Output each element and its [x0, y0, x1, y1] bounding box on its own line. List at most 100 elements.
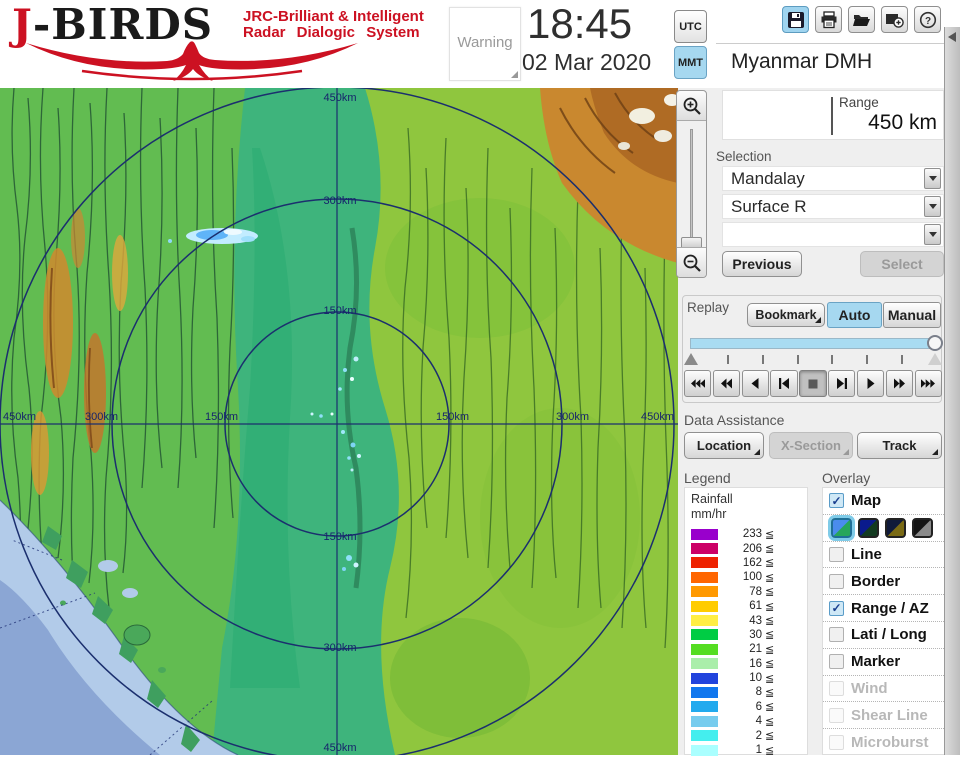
printer-icon: [821, 10, 836, 28]
ring-label: 150km: [323, 531, 356, 543]
step-backward-button[interactable]: [770, 370, 798, 397]
product-dropdown[interactable]: Surface R: [722, 194, 944, 219]
radar-map[interactable]: 450km 300km 150km 150km 300km 450km 450k…: [0, 86, 680, 760]
rewind-2x-button[interactable]: [712, 370, 741, 397]
print-button[interactable]: [815, 6, 842, 33]
overlay-item-label: Range / AZ: [851, 599, 929, 617]
mmt-button[interactable]: MMT: [674, 46, 707, 79]
range-box: Range 450 km: [722, 90, 944, 140]
play-backward-button[interactable]: [741, 370, 769, 397]
ring-label: 150km: [436, 411, 469, 423]
overlay-item-label: Border: [851, 572, 901, 590]
checkbox-icon[interactable]: [829, 573, 844, 589]
slider-tick: [866, 355, 868, 364]
divider: [716, 43, 944, 44]
checkbox-icon[interactable]: [829, 654, 844, 670]
legend-value: 61: [749, 600, 762, 613]
overlay-item-shear-line: Shear Line: [823, 702, 944, 730]
overlay-item-marker[interactable]: Marker: [823, 649, 944, 676]
legend-value: 10: [749, 672, 762, 685]
checkbox-icon[interactable]: [829, 627, 844, 643]
legend-value: 2: [755, 729, 762, 742]
legend-color-swatch: [691, 643, 718, 655]
play-forward-icon: [867, 378, 875, 389]
manual-button[interactable]: Manual: [883, 302, 941, 328]
step-forward-button[interactable]: [828, 370, 856, 397]
auto-button[interactable]: Auto: [827, 302, 882, 328]
x-section-button[interactable]: X-Section: [769, 432, 853, 459]
site-dropdown[interactable]: Mandalay: [722, 166, 944, 191]
collapse-panel-arrow-icon[interactable]: [948, 32, 956, 42]
legend-color-swatch: [691, 715, 718, 727]
less-equal-icon: ≦: [765, 615, 775, 628]
ring-label: 300km: [323, 195, 356, 207]
menu-grip-icon: [932, 449, 938, 455]
legend-color-swatch: [691, 686, 718, 698]
legend-color-swatch: [691, 543, 718, 555]
legend-title-line2: mm/hr: [691, 507, 727, 521]
track-button[interactable]: Track: [857, 432, 942, 459]
legend-row: 206 ≦: [691, 541, 807, 555]
forward-3x-button[interactable]: [914, 370, 942, 397]
overlay-item-border[interactable]: Border: [823, 568, 944, 596]
overlay-item-range-az[interactable]: ✓ Range / AZ: [823, 595, 944, 622]
slider-tick: [901, 355, 903, 364]
legend-panel: Rainfall mm/hr 233 ≦ 206 ≦ 162 ≦ 100 ≦ 78 ≦ 61 ≦ 43 ≦…: [684, 487, 808, 757]
open-folder-button[interactable]: [848, 6, 875, 33]
legend-row: 30 ≦: [691, 628, 807, 642]
help-button[interactable]: ?: [914, 6, 941, 33]
map-style-swatch-selected[interactable]: [831, 517, 852, 538]
legend-row: 233 ≦: [691, 527, 807, 541]
panel-scrollbar[interactable]: [944, 27, 960, 755]
legend-row: 8 ≦: [691, 685, 807, 699]
map-style-swatch[interactable]: [912, 517, 933, 538]
play-forward-button[interactable]: [856, 370, 885, 397]
zoom-out-button[interactable]: [677, 247, 706, 277]
save-button[interactable]: [782, 6, 809, 33]
zoom-slider-track[interactable]: [690, 129, 693, 241]
previous-button[interactable]: Previous: [722, 251, 802, 277]
playback-controls: [684, 370, 942, 397]
legend-row: 16 ≦: [691, 657, 807, 671]
legend-row: 21 ≦: [691, 642, 807, 656]
help-icon: ?: [919, 11, 936, 28]
legend-value: 206: [742, 542, 762, 555]
checkbox-icon[interactable]: [829, 546, 844, 562]
overlay-item-label: Map: [851, 492, 881, 510]
forward-2x-button[interactable]: [885, 370, 914, 397]
dropdown-button[interactable]: [924, 168, 941, 189]
checkbox-checked-icon[interactable]: ✓: [829, 493, 844, 509]
station-name: Myanmar DMH: [731, 50, 873, 73]
legend-color-swatch: [691, 730, 718, 742]
bookmark-button[interactable]: Bookmark: [747, 303, 825, 327]
extra-dropdown[interactable]: [722, 222, 944, 247]
overlay-item-line[interactable]: Line: [823, 542, 944, 569]
utc-button[interactable]: UTC: [674, 10, 707, 43]
x-section-label: X-Section: [781, 438, 841, 453]
stop-button[interactable]: [799, 370, 827, 397]
rewind-3x-button[interactable]: [684, 370, 712, 397]
dropdown-button[interactable]: [924, 196, 941, 217]
dropdown-button[interactable]: [924, 224, 941, 245]
checkbox-checked-icon[interactable]: ✓: [829, 600, 844, 616]
location-button[interactable]: Location: [684, 432, 764, 459]
overlay-item-lati-long[interactable]: Lati / Long: [823, 622, 944, 649]
slider-end-marker[interactable]: [928, 353, 942, 365]
map-style-swatch[interactable]: [858, 517, 879, 538]
select-button[interactable]: Select: [860, 251, 944, 277]
zoom-in-button[interactable]: [677, 91, 706, 121]
slider-start-marker[interactable]: [684, 353, 698, 365]
replay-slider-handle[interactable]: [927, 335, 943, 351]
add-image-button[interactable]: [881, 6, 908, 33]
legend-color-swatch: [691, 528, 718, 540]
map-style-swatch[interactable]: [885, 517, 906, 538]
overlay-item-label: Wind: [851, 679, 888, 697]
checkbox-icon: [829, 735, 844, 751]
less-equal-icon: ≦: [765, 658, 775, 671]
replay-slider-track[interactable]: [690, 338, 936, 349]
ring-label: 300km: [85, 411, 118, 423]
warning-panel[interactable]: Warning: [449, 7, 521, 81]
overlay-item-map[interactable]: ✓ Map: [823, 488, 944, 515]
chevron-down-icon: [928, 176, 937, 181]
less-equal-icon: ≦: [765, 571, 775, 584]
